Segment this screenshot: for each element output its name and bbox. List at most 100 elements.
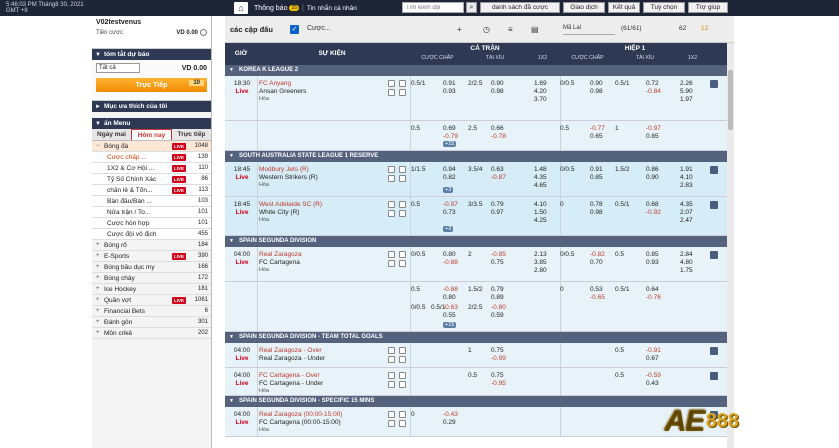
- odds-cell[interactable]: 0.75: [491, 259, 504, 266]
- odds-cell[interactable]: 0.98: [590, 209, 603, 216]
- sidebar-item[interactable]: Tỷ Số Chính Xác LIVE 86: [92, 174, 211, 185]
- odds-cell[interactable]: 2.83: [680, 182, 693, 189]
- odds-cell[interactable]: 1.91: [680, 166, 693, 173]
- menu-header[interactable]: ▼ ẩn Menu: [92, 118, 211, 129]
- odds-cell[interactable]: 4.35: [680, 201, 693, 208]
- odds-cell[interactable]: -0.88: [443, 259, 458, 266]
- messages-link[interactable]: Tin nhắn cá nhân: [307, 5, 357, 12]
- odds-type-select[interactable]: Mã Lai: [563, 25, 615, 35]
- odds-cell[interactable]: 0.69: [443, 125, 456, 132]
- odds-cell[interactable]: 1.75: [680, 267, 693, 274]
- odds-cell[interactable]: -0.82: [590, 251, 605, 258]
- sidebar-item[interactable]: + Môn crikê 202: [92, 328, 211, 339]
- star-icon[interactable]: [399, 411, 406, 418]
- odds-cell[interactable]: 0.94: [443, 166, 456, 173]
- odds-cell[interactable]: 4.20: [534, 88, 547, 95]
- odds-cell[interactable]: -0.59: [646, 372, 661, 379]
- star-icon[interactable]: [399, 251, 406, 258]
- league-header[interactable]: SPAIN SEGUNDA DIVISION - TEAM TOTAL GOAL…: [225, 332, 734, 343]
- sidebar-item[interactable]: Nửa trận / To... 101: [92, 207, 211, 218]
- odds-cell[interactable]: -0.76: [646, 294, 661, 301]
- odds-cell[interactable]: 0.67: [646, 355, 659, 362]
- odds-cell[interactable]: 0.93: [443, 88, 456, 95]
- more-bets-badge[interactable]: +3: [443, 187, 454, 193]
- team-search-input[interactable]: [402, 2, 464, 13]
- tab-tomorrow[interactable]: Ngày mai: [92, 129, 131, 140]
- odds-cell[interactable]: 4.35: [534, 174, 547, 181]
- odds-cell[interactable]: 2.80: [534, 267, 547, 274]
- odds-cell[interactable]: 0.80: [443, 294, 456, 301]
- odds-cell[interactable]: -0.97: [443, 201, 458, 208]
- list-icon[interactable]: ≡: [508, 25, 513, 34]
- odds-cell[interactable]: 0.66: [491, 125, 504, 132]
- star-icon[interactable]: [399, 166, 406, 173]
- results-button[interactable]: Kết quả: [608, 2, 640, 13]
- odds-cell[interactable]: -0.97: [646, 125, 661, 132]
- favorite-icon[interactable]: [399, 356, 406, 363]
- search-icon[interactable]: ⌕: [466, 2, 477, 13]
- odds-cell[interactable]: -0.78: [491, 133, 506, 140]
- odds-cell[interactable]: 4.65: [534, 182, 547, 189]
- odds-cell[interactable]: 0.89: [491, 294, 504, 301]
- tv-icon[interactable]: [388, 89, 395, 96]
- plus-icon[interactable]: +: [457, 25, 462, 34]
- odds-cell[interactable]: 0.79: [491, 286, 504, 293]
- sidebar-item[interactable]: + Bóng rổ 184: [92, 240, 211, 251]
- odds-cell[interactable]: 0.73: [443, 209, 456, 216]
- sidebar-item[interactable]: + Financial Bets 6: [92, 306, 211, 317]
- favorites-header[interactable]: ► Mục ưa thích của tôi: [92, 101, 211, 112]
- odds-cell[interactable]: 0.29: [443, 419, 456, 426]
- odds-cell[interactable]: 0.59: [491, 312, 504, 319]
- sidebar-item[interactable]: chẵn lẻ & Tổn... LIVE 113: [92, 185, 211, 196]
- tv-icon[interactable]: [388, 381, 395, 388]
- odds-cell[interactable]: 0.86: [646, 166, 659, 173]
- odds-cell[interactable]: 1.97: [680, 96, 693, 103]
- expand-icon[interactable]: [710, 251, 718, 259]
- odds-cell[interactable]: -0.84: [646, 88, 661, 95]
- bet-summary-header[interactable]: ▼ tóm tắt dự báo: [92, 49, 211, 60]
- stats-icon[interactable]: [388, 347, 395, 354]
- odds-cell[interactable]: 2.84: [680, 251, 693, 258]
- favorite-icon[interactable]: [399, 260, 406, 267]
- favorite-icon[interactable]: [399, 420, 406, 427]
- odds-cell[interactable]: 0.91: [590, 166, 603, 173]
- transactions-button[interactable]: Giao dịch: [563, 2, 605, 13]
- expand-icon[interactable]: [710, 80, 718, 88]
- league-header[interactable]: SOUTH AUSTRALIA STATE LEAGUE 1 RESERVE: [225, 151, 734, 162]
- odds-cell[interactable]: 3.85: [534, 259, 547, 266]
- odds-cell[interactable]: -0.92: [646, 209, 661, 216]
- odds-cell[interactable]: 0.90: [590, 80, 603, 87]
- odds-cell[interactable]: 0.63: [491, 166, 504, 173]
- odds-cell[interactable]: 4.10: [534, 201, 547, 208]
- odds-cell[interactable]: 0.75: [491, 372, 504, 379]
- sidebar-item[interactable]: Cược hỗn hợp 101: [92, 218, 211, 229]
- odds-cell[interactable]: 0.79: [491, 201, 504, 208]
- odds-cell[interactable]: 0.85: [646, 251, 659, 258]
- tv-icon[interactable]: [388, 175, 395, 182]
- sidebar-item[interactable]: + Bóng bầu dục my 166: [92, 262, 211, 273]
- refresh-icon[interactable]: [200, 29, 207, 36]
- odds-cell[interactable]: -0.88: [443, 286, 458, 293]
- star-icon[interactable]: [399, 80, 406, 87]
- odds-cell[interactable]: -0.63: [443, 304, 458, 311]
- odds-cell[interactable]: 0.55: [443, 312, 456, 319]
- more-bets-badge[interactable]: +15: [443, 322, 457, 328]
- sidebar-item[interactable]: Cược chấp ... LIVE 139: [92, 152, 211, 163]
- odds-cell[interactable]: 1.50: [534, 209, 547, 216]
- bet-filter-select[interactable]: Tất cả: [96, 63, 140, 73]
- odds-cell[interactable]: -0.91: [646, 347, 661, 354]
- odds-cell[interactable]: 2.07: [680, 209, 693, 216]
- help-button[interactable]: Trợ giúp: [688, 2, 728, 13]
- tv-icon[interactable]: [388, 420, 395, 427]
- more-bets-badge[interactable]: +15: [443, 141, 457, 147]
- odds-cell[interactable]: 0.64: [646, 286, 659, 293]
- stats-icon[interactable]: [388, 201, 395, 208]
- stats-icon[interactable]: [388, 372, 395, 379]
- odds-cell[interactable]: -0.80: [491, 304, 506, 311]
- odds-cell[interactable]: 0.93: [646, 259, 659, 266]
- tab-today[interactable]: Hôm nay: [131, 129, 172, 140]
- star-icon[interactable]: [399, 372, 406, 379]
- odds-cell[interactable]: -0.85: [491, 251, 506, 258]
- sidebar-item[interactable]: Cược đội vô địch 455: [92, 229, 211, 240]
- stats-icon[interactable]: [388, 166, 395, 173]
